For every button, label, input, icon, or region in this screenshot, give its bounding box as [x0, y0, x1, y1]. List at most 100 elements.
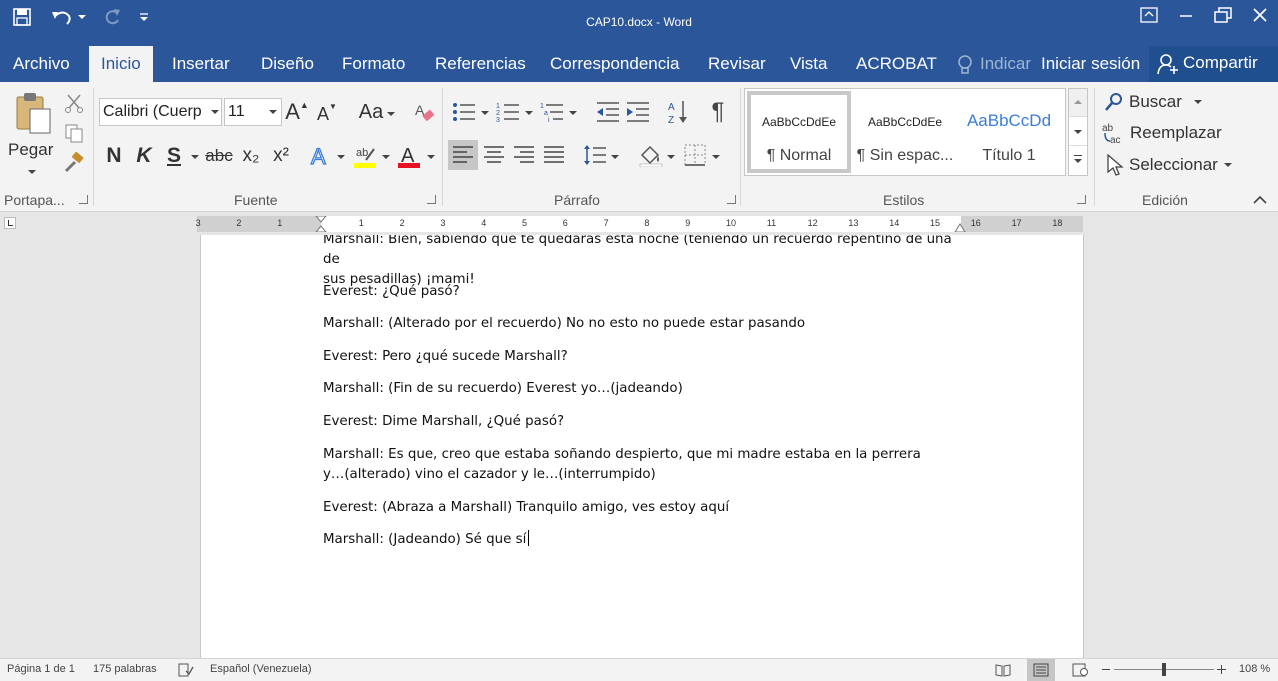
font-name-dropdown-icon[interactable] [211, 110, 219, 114]
page-count[interactable]: Página 1 de 1 [7, 663, 75, 675]
font-launcher-icon[interactable] [427, 195, 436, 204]
read-mode-icon[interactable] [995, 663, 1011, 677]
tab-referencias[interactable]: Referencias [423, 46, 538, 82]
borders-dropdown-icon[interactable] [712, 155, 720, 159]
tell-me-box[interactable]: Indicar [968, 46, 1034, 82]
clipboard-launcher-icon[interactable] [79, 195, 88, 204]
paste-dropdown-icon[interactable] [28, 170, 36, 174]
paste-icon[interactable] [12, 90, 54, 136]
multilevel-list-icon[interactable]: 1ai [538, 98, 566, 126]
paragraph[interactable]: Marshall: (Alterado por el recuerdo) No … [323, 314, 963, 334]
highlight-color-icon[interactable]: ab [350, 142, 380, 170]
show-marks-icon[interactable]: ¶ [705, 98, 731, 126]
horizontal-ruler[interactable]: 3 2 1 1 2 3 4 5 6 7 8 9 10 11 12 13 14 15 16 17 18 [196, 216, 1083, 232]
paragraph[interactable]: Everest: (Abraza a Marshall) Tranquilo a… [323, 498, 963, 518]
shading-icon[interactable] [636, 140, 666, 170]
bullets-icon[interactable] [450, 98, 478, 126]
replace-button[interactable]: ab ac Reemplazar [1102, 120, 1222, 146]
bold-button[interactable]: N [102, 142, 126, 170]
signin-link[interactable]: Iniciar sesión [1029, 46, 1152, 82]
tab-correspondencia[interactable]: Correspondencia [538, 46, 691, 82]
underline-dropdown-icon[interactable] [191, 155, 199, 159]
close-icon[interactable] [1241, 0, 1278, 30]
numbering-icon[interactable]: 123 [494, 98, 522, 126]
shading-dropdown-icon[interactable] [667, 155, 675, 159]
paragraph[interactable]: Everest: ¿Qué pasó? [323, 282, 963, 302]
select-button[interactable]: Seleccionar [1106, 152, 1232, 178]
document-page[interactable]: Marshall: Bien, sabiendo que te quedarás… [200, 235, 1084, 658]
paste-label[interactable]: Pegar [8, 140, 53, 160]
tab-diseno[interactable]: Diseño [249, 46, 326, 82]
style-sin-espaciado[interactable]: AaBbCcDdEe ¶ Sin espac... [853, 91, 957, 173]
styles-launcher-icon[interactable] [1077, 195, 1086, 204]
format-painter-icon[interactable] [63, 152, 85, 174]
copy-icon[interactable] [63, 122, 85, 144]
line-spacing-icon[interactable] [580, 140, 610, 170]
change-case-button[interactable]: Aa [356, 98, 386, 126]
decrease-indent-icon[interactable] [594, 98, 622, 126]
text-effects-icon[interactable]: A [306, 142, 334, 170]
tab-formato[interactable]: Formato [330, 46, 417, 82]
style-normal[interactable]: AaBbCcDdEe ¶ Normal [747, 91, 851, 173]
font-color-dropdown-icon[interactable] [427, 155, 435, 159]
subscript-button[interactable]: x₂ [238, 142, 264, 170]
tab-vista[interactable]: Vista [778, 46, 840, 82]
multilevel-dropdown-icon[interactable] [569, 111, 577, 115]
restore-icon[interactable] [1204, 0, 1241, 30]
grow-font-button[interactable]: A ▲ [285, 98, 309, 126]
highlight-dropdown-icon[interactable] [382, 155, 390, 159]
proofing-icon[interactable] [178, 663, 194, 677]
strikethrough-button[interactable]: abc [204, 142, 234, 170]
paragraph-launcher-icon[interactable] [727, 195, 736, 204]
tab-selector-icon[interactable] [4, 217, 16, 229]
paragraph[interactable]: Marshall: (Fin de su recuerdo) Everest y… [323, 379, 963, 399]
right-indent-marker-icon[interactable] [954, 220, 966, 232]
tab-insertar[interactable]: Insertar [160, 46, 242, 82]
font-color-icon[interactable]: A [394, 142, 424, 170]
zoom-in-icon[interactable] [1217, 665, 1226, 674]
web-layout-icon[interactable] [1072, 663, 1088, 677]
share-button[interactable]: Compartir [1149, 46, 1278, 82]
tab-revisar[interactable]: Revisar [696, 46, 778, 82]
find-button[interactable]: Buscar [1104, 90, 1202, 114]
paragraph[interactable]: Marshall: Es que, creo que estaba soñand… [323, 445, 963, 485]
line-spacing-dropdown-icon[interactable] [611, 155, 619, 159]
language[interactable]: Español (Venezuela) [210, 663, 312, 675]
text-effects-dropdown-icon[interactable] [337, 155, 345, 159]
change-case-dropdown-icon[interactable] [387, 112, 395, 116]
numbering-dropdown-icon[interactable] [525, 111, 533, 115]
print-layout-button[interactable] [1027, 659, 1055, 681]
tab-archivo[interactable]: Archivo [1, 46, 82, 82]
paragraph[interactable]: Everest: Pero ¿qué sucede Marshall? [323, 347, 963, 367]
align-left-icon[interactable] [448, 140, 478, 170]
align-right-icon[interactable] [509, 140, 539, 170]
ribbon-display-options-icon[interactable] [1130, 0, 1167, 30]
increase-indent-icon[interactable] [624, 98, 652, 126]
zoom-level[interactable]: 108 % [1239, 663, 1270, 675]
superscript-button[interactable]: x² [268, 142, 294, 170]
styles-scroll-down-icon[interactable] [1069, 118, 1087, 146]
italic-button[interactable]: K [132, 142, 156, 170]
collapse-ribbon-icon[interactable] [1253, 192, 1267, 210]
font-name-input[interactable]: Calibri (Cuerp [99, 98, 222, 126]
styles-more-icon[interactable] [1069, 147, 1087, 175]
clear-formatting-icon[interactable]: A [410, 98, 438, 126]
justify-icon[interactable] [539, 140, 569, 170]
font-size-dropdown-icon[interactable] [269, 110, 277, 114]
shrink-font-button[interactable]: A ▼ [316, 100, 338, 128]
paragraph[interactable]: Everest: Dime Marshall, ¿Qué pasó? [323, 412, 963, 432]
sort-icon[interactable]: AZ [665, 98, 691, 126]
zoom-slider-thumb[interactable] [1162, 663, 1166, 676]
minimize-icon[interactable] [1167, 0, 1204, 30]
styles-scroll-up-icon[interactable] [1069, 89, 1087, 117]
style-titulo-1[interactable]: AaBbCcDd Título 1 [957, 91, 1061, 173]
align-center-icon[interactable] [479, 140, 509, 170]
cut-icon[interactable] [63, 92, 85, 114]
underline-button[interactable]: S [162, 142, 186, 170]
zoom-out-icon[interactable] [1102, 669, 1110, 670]
tab-inicio[interactable]: Inicio [89, 46, 153, 82]
bullets-dropdown-icon[interactable] [481, 111, 489, 115]
word-count[interactable]: 175 palabras [93, 663, 157, 675]
borders-icon[interactable] [680, 140, 710, 170]
tab-acrobat[interactable]: ACROBAT [844, 46, 949, 82]
